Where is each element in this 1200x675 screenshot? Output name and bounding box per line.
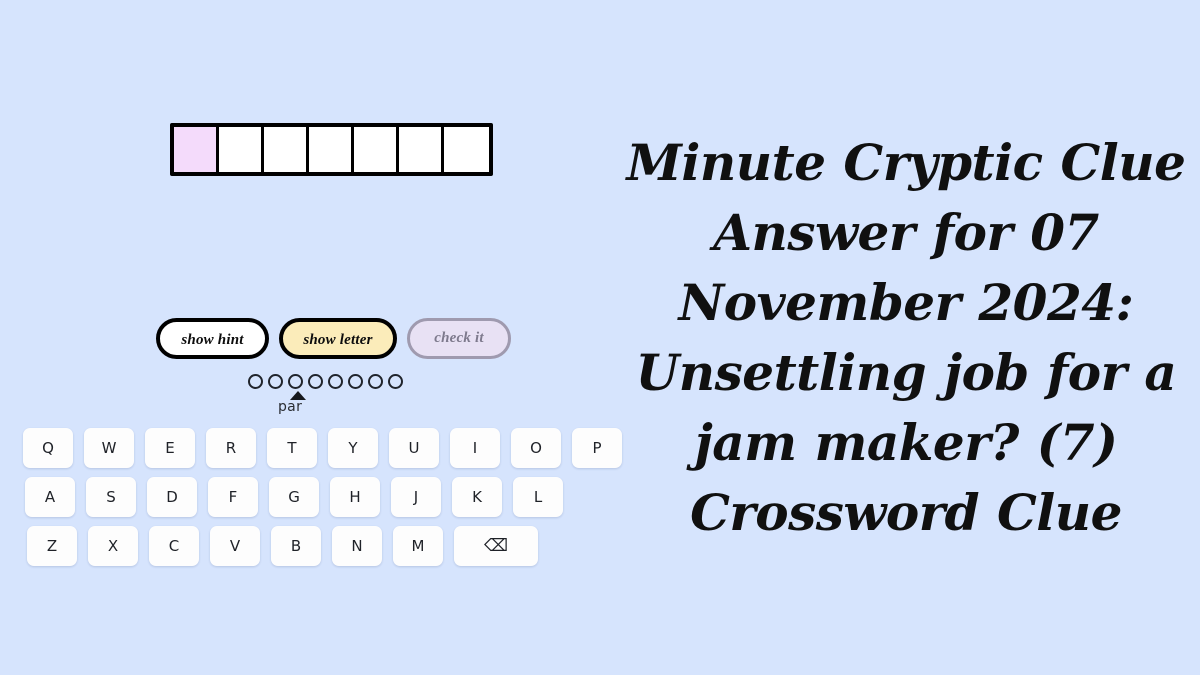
key-u[interactable]: U bbox=[389, 428, 439, 468]
key-i[interactable]: I bbox=[450, 428, 500, 468]
key-f[interactable]: F bbox=[208, 477, 258, 517]
key-k[interactable]: K bbox=[452, 477, 502, 517]
key-d[interactable]: D bbox=[147, 477, 197, 517]
key-z[interactable]: Z bbox=[27, 526, 77, 566]
key-l[interactable]: L bbox=[513, 477, 563, 517]
game-action-buttons: show hint show letter check it bbox=[156, 318, 511, 359]
crossword-cell[interactable] bbox=[174, 127, 219, 172]
onscreen-keyboard: QWERTYUIOP ASDFGHJKL Z X C V B N M ⌫ bbox=[0, 428, 660, 575]
crossword-game-panel: show hint show letter check it par QWERTYU… bbox=[0, 0, 660, 675]
crossword-cell[interactable] bbox=[399, 127, 444, 172]
key-m[interactable]: M bbox=[393, 526, 443, 566]
par-dot bbox=[288, 374, 303, 389]
show-letter-button[interactable]: show letter bbox=[279, 318, 397, 359]
key-q[interactable]: Q bbox=[23, 428, 73, 468]
key-w[interactable]: W bbox=[84, 428, 134, 468]
crossword-cell[interactable] bbox=[264, 127, 309, 172]
key-j[interactable]: J bbox=[391, 477, 441, 517]
crossword-cell[interactable] bbox=[444, 127, 489, 172]
crossword-cell[interactable] bbox=[219, 127, 264, 172]
key-h[interactable]: H bbox=[330, 477, 380, 517]
key-t[interactable]: T bbox=[267, 428, 317, 468]
par-dot bbox=[368, 374, 383, 389]
key-x[interactable]: X bbox=[88, 526, 138, 566]
par-dot bbox=[308, 374, 323, 389]
key-y[interactable]: Y bbox=[328, 428, 378, 468]
key-s[interactable]: S bbox=[86, 477, 136, 517]
key-b[interactable]: B bbox=[271, 526, 321, 566]
crossword-cell[interactable] bbox=[354, 127, 399, 172]
par-marker: par bbox=[248, 391, 418, 417]
par-label: par bbox=[278, 399, 303, 415]
backspace-key-icon[interactable]: ⌫ bbox=[454, 526, 538, 566]
key-a[interactable]: A bbox=[25, 477, 75, 517]
key-n[interactable]: N bbox=[332, 526, 382, 566]
par-dot bbox=[248, 374, 263, 389]
key-v[interactable]: V bbox=[210, 526, 260, 566]
crossword-cell[interactable] bbox=[309, 127, 354, 172]
headline-panel: Minute Cryptic Clue Answer for 07 Novemb… bbox=[612, 0, 1200, 675]
key-r[interactable]: R bbox=[206, 428, 256, 468]
page-title: Minute Cryptic Clue Answer for 07 Novemb… bbox=[626, 132, 1186, 542]
check-it-button: check it bbox=[407, 318, 511, 359]
par-dot bbox=[348, 374, 363, 389]
keyboard-row-3: Z X C V B N M ⌫ bbox=[0, 526, 660, 566]
par-tracker: par bbox=[248, 374, 418, 417]
par-dot bbox=[388, 374, 403, 389]
key-c[interactable]: C bbox=[149, 526, 199, 566]
key-o[interactable]: O bbox=[511, 428, 561, 468]
par-dot bbox=[328, 374, 343, 389]
par-dots bbox=[248, 374, 418, 389]
show-hint-button[interactable]: show hint bbox=[156, 318, 269, 359]
page-root: show hint show letter check it par QWERTYU… bbox=[0, 0, 1200, 675]
key-g[interactable]: G bbox=[269, 477, 319, 517]
crossword-answer-grid[interactable] bbox=[170, 123, 493, 176]
keyboard-row-1: QWERTYUIOP bbox=[0, 428, 660, 468]
keyboard-row-2: ASDFGHJKL bbox=[0, 477, 660, 517]
key-e[interactable]: E bbox=[145, 428, 195, 468]
par-dot bbox=[268, 374, 283, 389]
